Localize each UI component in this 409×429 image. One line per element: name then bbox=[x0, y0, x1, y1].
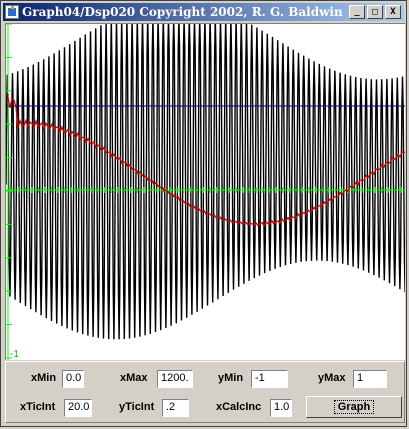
java-app-icon bbox=[5, 5, 19, 19]
minimize-button[interactable]: _ bbox=[349, 5, 365, 19]
xmax-field[interactable]: 1200. bbox=[157, 370, 193, 388]
window-title: Graph04/Dsp020 Copyright 2002, R. G. Bal… bbox=[22, 5, 343, 19]
graph-button[interactable]: Graph bbox=[306, 396, 402, 418]
ymax-label: yMax bbox=[318, 372, 346, 384]
xmin-label: xMin bbox=[31, 372, 57, 384]
maximize-button[interactable]: □ bbox=[367, 5, 383, 19]
title-bar[interactable]: Graph04/Dsp020 Copyright 2002, R. G. Bal… bbox=[3, 3, 404, 21]
plot-svg bbox=[6, 24, 405, 360]
ymin-label: yMin bbox=[218, 372, 244, 384]
graph-button-label: Graph bbox=[333, 400, 375, 414]
app-window: Graph04/Dsp020 Copyright 2002, R. G. Bal… bbox=[0, 0, 407, 427]
control-panel: xMin 0.0 xMax 1200. yMin -1 yMax 1 xTicI… bbox=[5, 361, 405, 423]
plot-canvas: -1 bbox=[5, 23, 405, 360]
xticint-field[interactable]: 20.0 bbox=[64, 399, 92, 417]
ymax-field[interactable]: 1 bbox=[353, 370, 387, 388]
xcalcinc-label: xCalcInc bbox=[216, 401, 262, 413]
xmax-label: xMax bbox=[120, 372, 148, 384]
window-controls: _ □ X bbox=[349, 5, 401, 19]
ymin-field[interactable]: -1 bbox=[251, 370, 288, 388]
xmin-field[interactable]: 0.0 bbox=[62, 370, 84, 388]
yticint-field[interactable]: .2 bbox=[162, 399, 189, 417]
yticint-label: yTicInt bbox=[119, 401, 155, 413]
xcalcinc-field[interactable]: 1.0 bbox=[270, 399, 292, 417]
signal-trace bbox=[6, 24, 405, 340]
y-min-tick-label: -1 bbox=[10, 349, 19, 360]
close-button[interactable]: X bbox=[385, 5, 401, 19]
xticint-label: xTicInt bbox=[20, 401, 56, 413]
